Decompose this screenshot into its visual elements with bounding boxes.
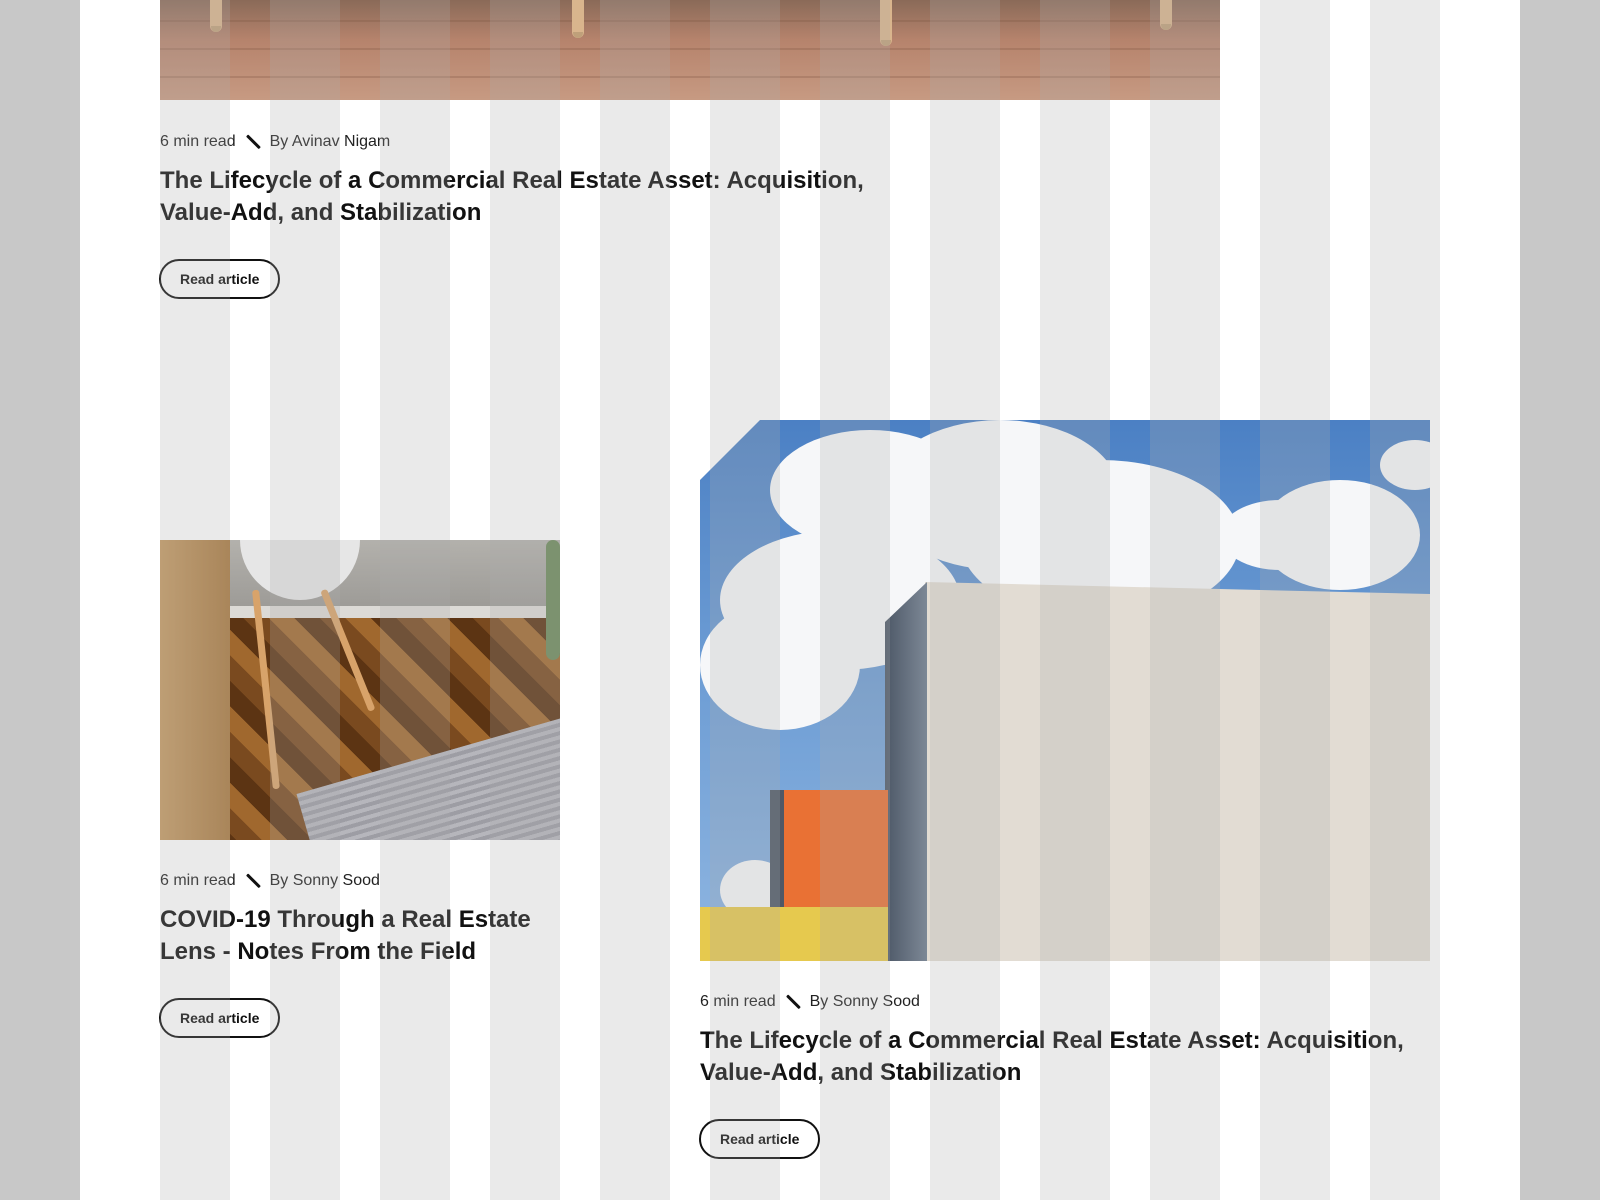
article-3-title-line1: The Lifecycle of a Commercial Real Estat…	[700, 1027, 1404, 1054]
article-2-title[interactable]: COVID-19 Through a Real Estate Lens - No…	[160, 904, 560, 968]
article-1-image-living-room-floor[interactable]	[160, 0, 1220, 100]
article-1-read-time: 6 min read	[160, 133, 236, 150]
slash-separator-icon	[246, 874, 260, 888]
slash-separator-icon	[246, 135, 260, 149]
article-1-title[interactable]: The Lifecycle of a Commercial Real Estat…	[160, 165, 920, 229]
article-2-author: By Sonny Sood	[269, 872, 380, 889]
blog-page: 6 min read By Avinav Nigam The Lifecycle…	[80, 0, 1520, 1200]
article-1-title-line2: Value-Add, and Stabilization	[160, 199, 482, 226]
article-3-author: By Sonny Sood	[809, 993, 920, 1010]
article-2-read-article-button[interactable]: Read article	[159, 998, 281, 1038]
article-2-title-line1: COVID-19 Through a Real Estate	[160, 906, 531, 933]
article-2-title-line2: Lens - Notes From the Field	[160, 938, 477, 965]
slash-separator-icon	[786, 995, 800, 1009]
article-3-title[interactable]: The Lifecycle of a Commercial Real Estat…	[700, 1025, 1460, 1089]
article-2-meta: 6 min read By Sonny Sood	[160, 872, 380, 890]
article-3-image-building-sky[interactable]	[700, 420, 1430, 961]
article-3-read-time: 6 min read	[700, 993, 776, 1010]
article-3-read-article-button[interactable]: Read article	[699, 1119, 821, 1159]
article-2-read-time: 6 min read	[160, 872, 236, 889]
article-1-read-article-button[interactable]: Read article	[159, 259, 281, 299]
article-1-meta: 6 min read By Avinav Nigam	[160, 133, 390, 151]
article-3-meta: 6 min read By Sonny Sood	[700, 993, 920, 1011]
article-2-image-parquet-floor[interactable]	[160, 540, 560, 840]
article-3-title-line2: Value-Add, and Stabilization	[700, 1059, 1022, 1086]
article-1-title-line1: The Lifecycle of a Commercial Real Estat…	[160, 167, 864, 194]
article-1-author: By Avinav Nigam	[269, 133, 391, 150]
